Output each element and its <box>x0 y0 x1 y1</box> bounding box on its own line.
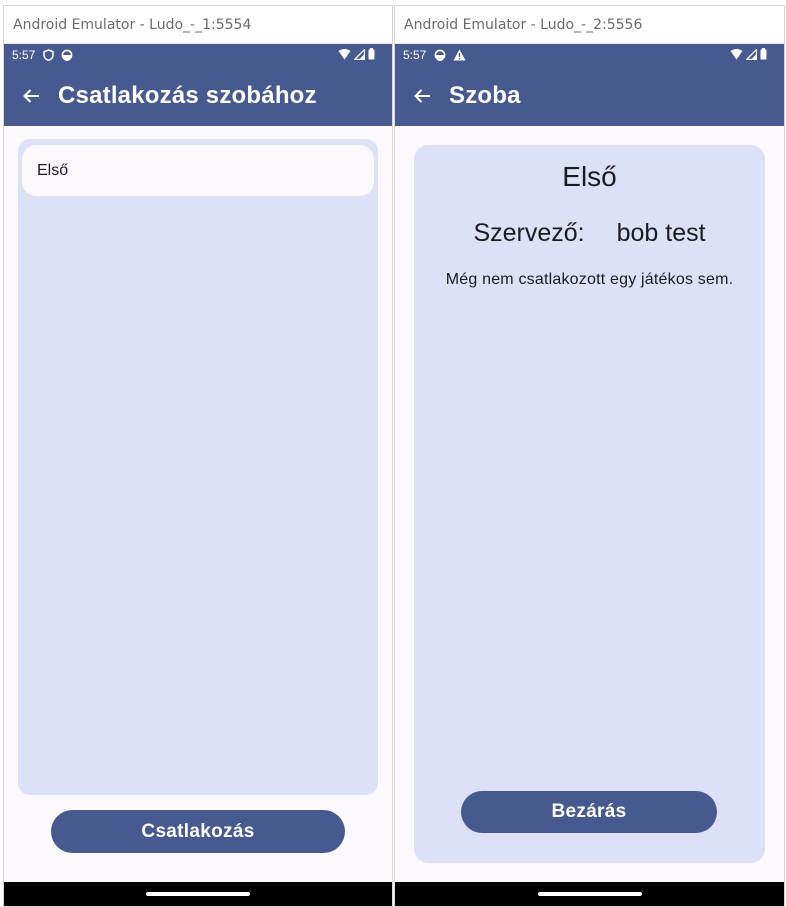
organizer-name: bob test <box>616 219 706 247</box>
emulator-window-1: Android Emulator - Ludo_-_1:5554 5:57 Cs… <box>3 5 393 907</box>
page-title: Szoba <box>449 82 521 109</box>
arrow-back-icon[interactable] <box>18 83 44 109</box>
status-time: 5:57 <box>403 48 427 62</box>
status-time: 5:57 <box>12 48 36 62</box>
wifi-icon <box>338 48 351 63</box>
window-title: Android Emulator - Ludo_-_1:5554 <box>4 6 392 44</box>
app-bar: Szoba <box>395 66 784 126</box>
organizer-label: Szervező: <box>473 219 585 247</box>
home-gesture-handle[interactable] <box>537 892 642 896</box>
close-button[interactable]: Bezárás <box>461 791 717 833</box>
wifi-icon <box>730 48 743 63</box>
vpn-circle-icon <box>61 49 73 61</box>
room-list: Első <box>18 139 378 795</box>
arrow-back-icon[interactable] <box>409 83 435 109</box>
vpn-circle-icon <box>434 49 446 61</box>
room-name: Első <box>562 161 617 192</box>
organizer-row: Szervező: bob test <box>414 219 765 248</box>
app-bar: Csatlakozás szobához <box>4 66 392 126</box>
battery-icon <box>368 48 375 63</box>
battery-icon <box>760 48 767 63</box>
shield-icon <box>43 49 55 61</box>
warning-icon <box>453 49 466 61</box>
page-title: Csatlakozás szobához <box>58 82 317 109</box>
emulator-window-2: Android Emulator - Ludo_-_2:5556 5:57 Sz… <box>394 5 785 907</box>
players-message: Még nem csatlakozott egy játékos sem. <box>445 271 734 288</box>
signal-icon <box>744 47 758 63</box>
window-title: Android Emulator - Ludo_-_2:5556 <box>395 6 784 44</box>
status-bar: 5:57 <box>4 44 392 66</box>
navigation-bar <box>4 882 392 906</box>
room-list-item[interactable]: Első <box>22 145 374 196</box>
navigation-bar <box>395 882 784 906</box>
room-card: Első Szervező: bob test Még nem csatlakoz… <box>414 145 765 863</box>
signal-icon <box>352 47 366 63</box>
home-gesture-handle[interactable] <box>146 892 250 896</box>
status-bar: 5:57 <box>395 44 784 66</box>
join-button[interactable]: Csatlakozás <box>51 810 345 853</box>
